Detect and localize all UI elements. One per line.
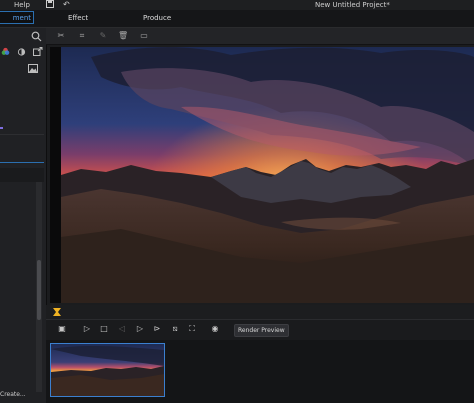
stop-icon[interactable]: □ (99, 324, 109, 334)
tab-produce[interactable]: Produce (143, 12, 171, 24)
screen-icon[interactable]: ▭ (139, 31, 149, 41)
undo-icon[interactable]: ↶ (63, 1, 70, 9)
previous-frame-icon[interactable]: ◁ (117, 324, 127, 334)
fullscreen-icon[interactable]: ⛶ (187, 324, 197, 334)
image-icon[interactable] (28, 64, 38, 73)
fast-forward-icon[interactable]: ⊳ (152, 324, 162, 334)
next-frame-icon[interactable]: ▷ (135, 324, 145, 334)
edit-toolbar (46, 28, 474, 45)
mute-icon[interactable]: ⧅ (170, 324, 180, 334)
panel-header (0, 168, 44, 182)
create-button[interactable]: Create... (0, 391, 26, 398)
tab-edit[interactable]: ment (0, 11, 34, 24)
color-wheel-icon[interactable] (1, 47, 10, 56)
crop-icon[interactable]: ⌗ (77, 31, 87, 41)
indicator-bar (0, 127, 3, 129)
toggle-icon[interactable] (17, 48, 26, 56)
edit-icon[interactable]: ✎ (98, 31, 108, 41)
timeline-scrubber[interactable] (46, 305, 474, 319)
playhead-marker[interactable] (53, 308, 61, 316)
preview-window[interactable] (50, 47, 474, 303)
search-icon[interactable] (31, 31, 42, 42)
panel-divider (0, 134, 44, 135)
delete-icon[interactable]: 🗑 (118, 31, 128, 41)
panel-divider-accent (0, 162, 44, 163)
menu-bar: Help ↶ New Untitled Project* (0, 0, 474, 10)
split-icon[interactable]: ✂ (56, 31, 66, 41)
clip-mode-icon[interactable]: ▣ (57, 324, 67, 334)
save-icon[interactable] (46, 0, 54, 8)
menu-help[interactable]: Help (14, 0, 30, 10)
export-icon[interactable] (33, 47, 43, 56)
play-icon[interactable]: ▷ (82, 324, 92, 334)
project-title: New Untitled Project* (315, 1, 390, 9)
scrollbar-thumb[interactable] (37, 260, 41, 320)
snapshot-icon[interactable]: ◉ (210, 324, 220, 334)
clip-thumbnail[interactable] (50, 343, 165, 397)
render-preview-button[interactable]: Render Preview (234, 324, 289, 337)
tab-effect[interactable]: Effect (68, 12, 88, 24)
preview-image (61, 47, 474, 303)
